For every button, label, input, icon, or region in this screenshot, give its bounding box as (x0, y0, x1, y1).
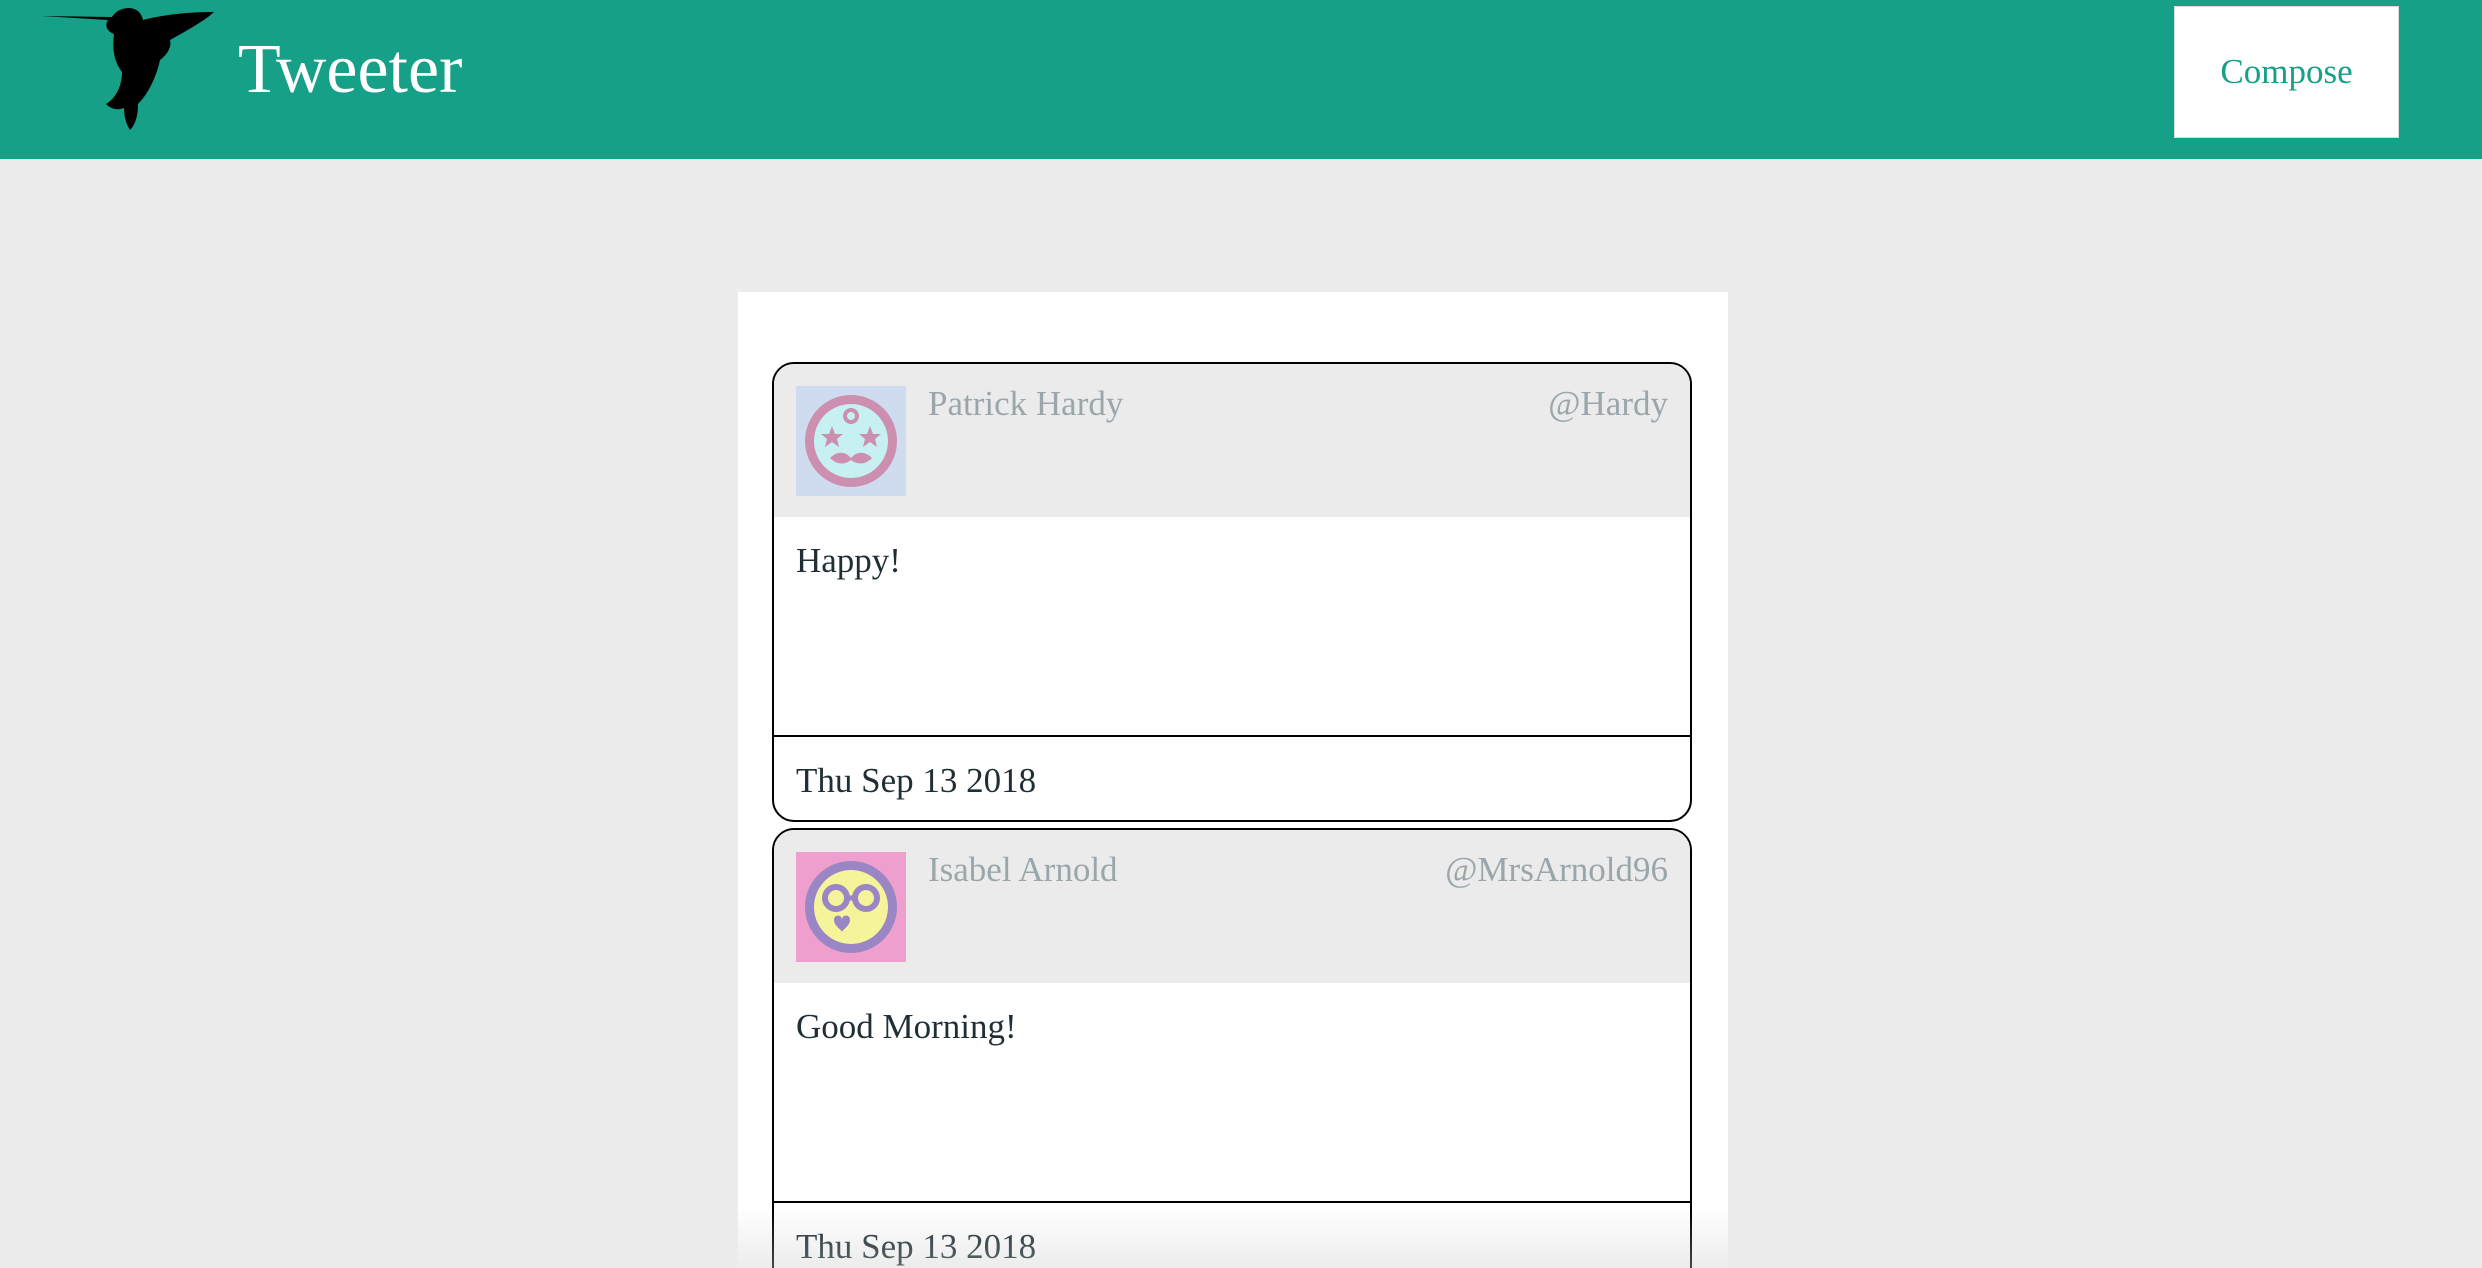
tweets-container: Patrick Hardy @Hardy Happy! Thu Sep 13 2… (738, 292, 1728, 1268)
navbar: Tweeter Compose (0, 0, 2482, 159)
compose-button[interactable]: Compose (2174, 6, 2399, 138)
brand-title: Tweeter (238, 31, 463, 108)
tweet-card: Patrick Hardy @Hardy Happy! Thu Sep 13 2… (772, 362, 1692, 822)
tweet-header: Patrick Hardy @Hardy (774, 364, 1690, 517)
tweet-date: Thu Sep 13 2018 (796, 761, 1037, 800)
glasses-face-avatar-icon (796, 852, 906, 962)
hummingbird-icon (42, 6, 220, 130)
tweet-header: Isabel Arnold @MrsArnold96 (774, 830, 1690, 983)
user-handle: @MrsArnold96 (1445, 850, 1668, 889)
star-mustache-avatar-icon (796, 386, 906, 496)
user-handle: @Hardy (1548, 384, 1668, 423)
tweet-date: Thu Sep 13 2018 (796, 1227, 1037, 1266)
tweet-content: Good Morning! (774, 983, 1690, 1203)
user-name: Patrick Hardy (928, 384, 1124, 423)
user-name: Isabel Arnold (928, 850, 1118, 889)
tweet-card: Isabel Arnold @MrsArnold96 Good Morning!… (772, 828, 1692, 1268)
tweet-content: Happy! (774, 517, 1690, 737)
